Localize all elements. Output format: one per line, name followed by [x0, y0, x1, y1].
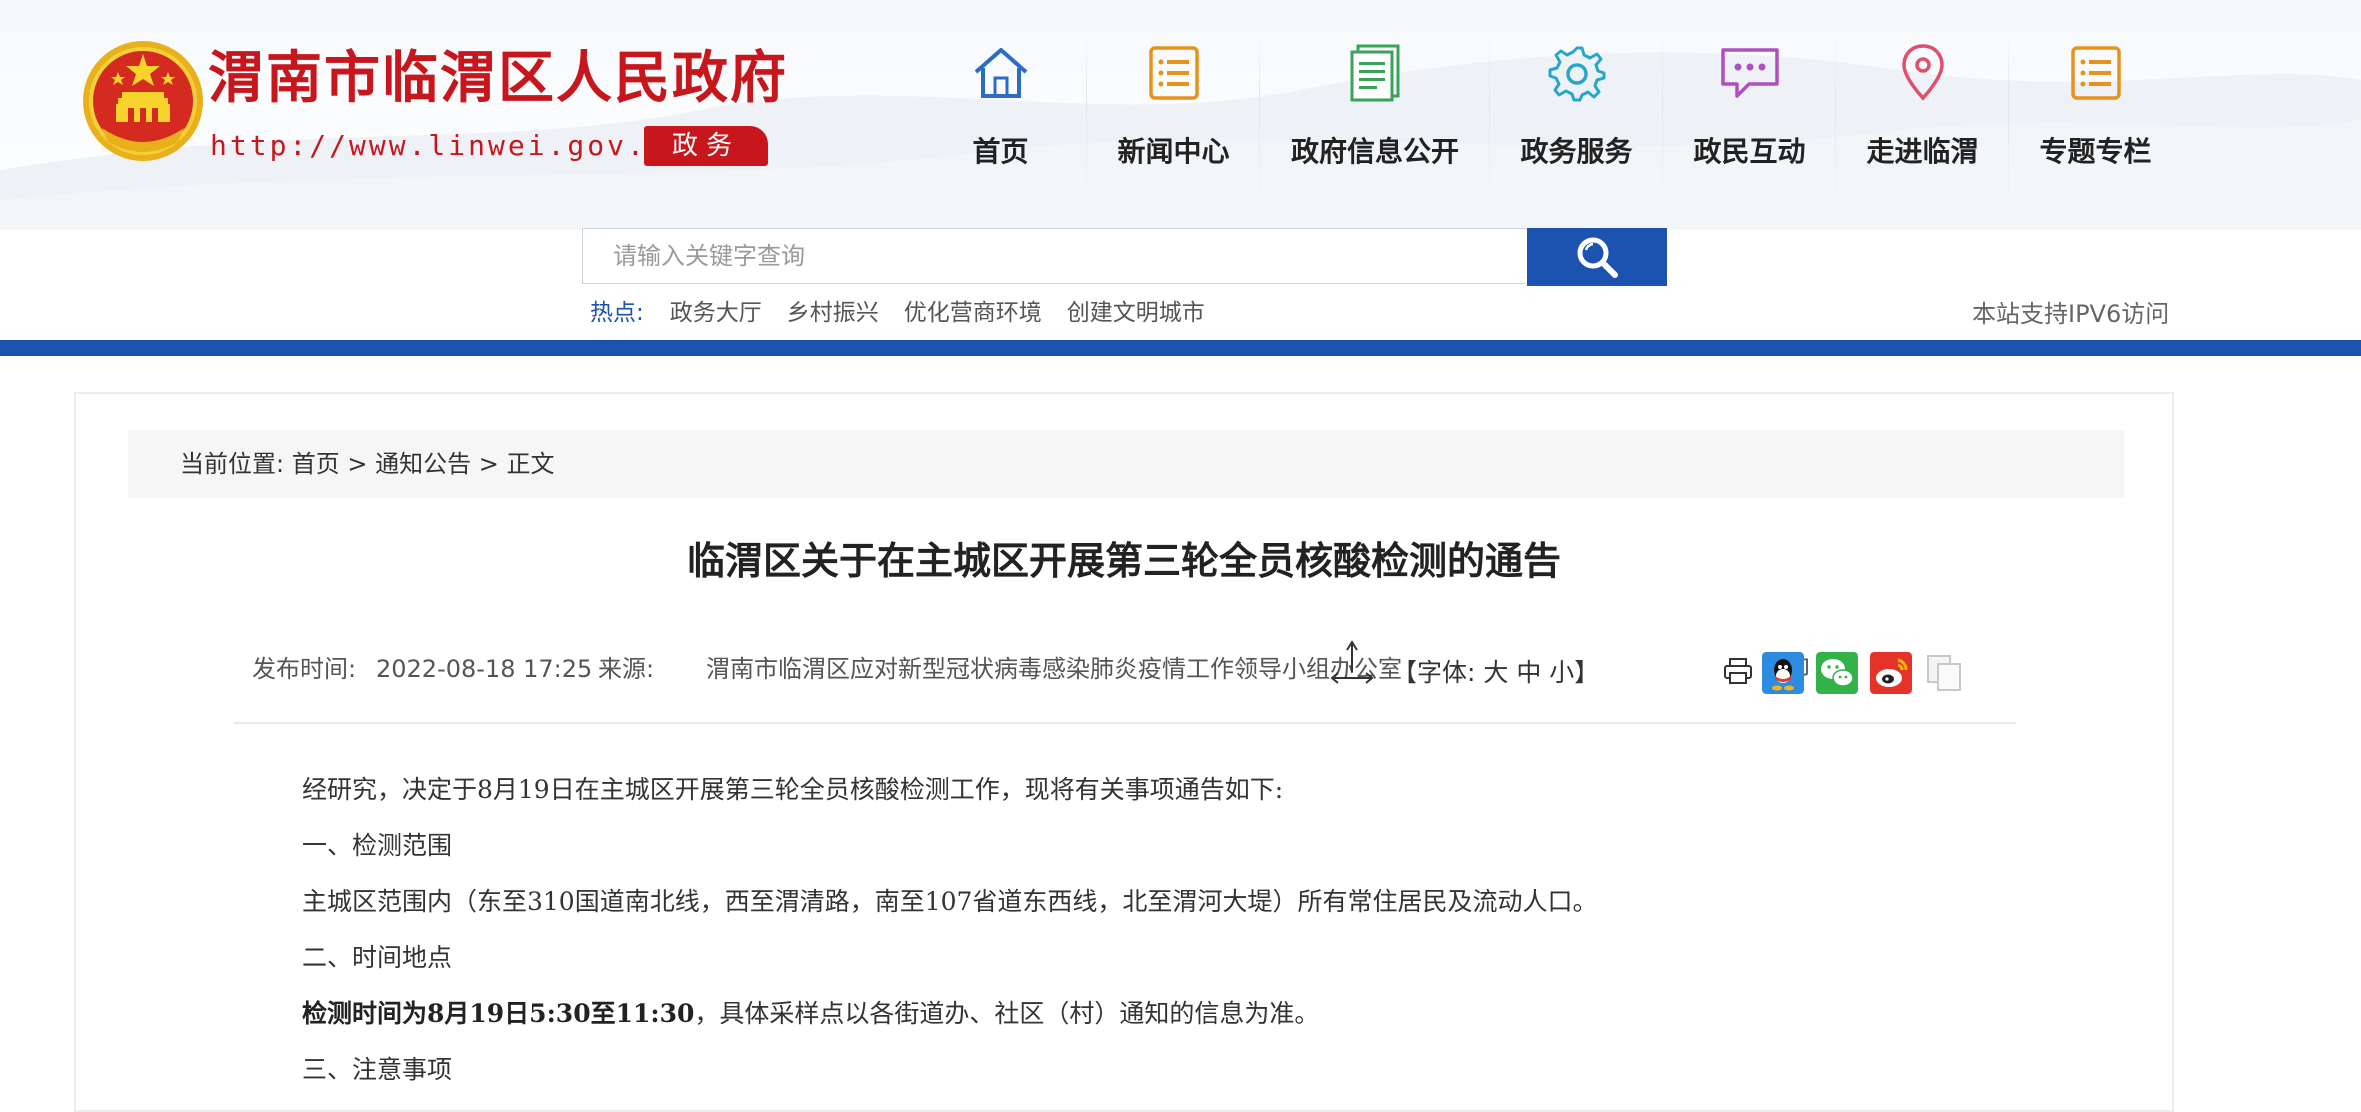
header-divider-bar — [0, 340, 2361, 356]
section-heading-notes: 三、注意事项 — [302, 1055, 453, 1084]
ipv6-note: 本站支持IPV6访问 — [1972, 300, 2170, 328]
nav-label: 新闻中心 — [1117, 135, 1230, 168]
article-title: 临渭区关于在主城区开展第三轮全员核酸检测的通告 — [686, 539, 1561, 583]
article-container: 当前位置: 首页 > 通知公告 > 正文 临渭区关于在主城区开展第三轮全员核酸检… — [74, 392, 2174, 1112]
topic-list-icon — [2070, 46, 2121, 100]
section-heading-time: 二、时间地点 — [302, 943, 453, 972]
section-heading-scope: 一、检测范围 — [302, 831, 453, 860]
weibo-share-icon[interactable] — [1870, 652, 1912, 694]
document-icon — [1350, 44, 1400, 102]
hot-link-business-environment[interactable]: 优化营商环境 — [904, 293, 1042, 327]
printer-icon[interactable] — [1722, 657, 1754, 685]
hot-links: 热点: 政务大厅 乡村振兴 优化营商环境 创建文明城市 — [590, 292, 1230, 328]
hot-label: 热点: — [590, 300, 644, 326]
hot-link-service-hall[interactable]: 政务大厅 — [670, 293, 762, 327]
source-label: 来源: — [598, 655, 655, 683]
source-value: 渭南市临渭区应对新型冠状病毒感染肺炎疫情工作领导小组办公室 — [706, 655, 1402, 683]
article-meta: 发布时间: 2022-08-18 17:25 来源: 渭南市临渭区应对新型冠状病… — [252, 640, 2102, 694]
hot-link-rural-revitalization[interactable]: 乡村振兴 — [787, 293, 879, 327]
wechat-share-icon[interactable] — [1816, 652, 1858, 694]
main-nav: 首页 新闻中心 政府信息公开 政务服务 政民互动 走进临渭 专题专栏 — [914, 28, 2182, 214]
news-list-icon — [1148, 46, 1199, 100]
nav-item-about[interactable]: 走进临渭 — [1836, 28, 2009, 214]
chat-bubble-icon — [1720, 48, 1779, 98]
paragraph-time: 检测时间为8月19日5:30至11:30，具体采样点以各街道办、社区（村）通知的… — [302, 986, 2082, 1042]
site-url[interactable]: http://www.linwei.gov.cn — [210, 128, 687, 164]
nav-item-gov-info[interactable]: 政府信息公开 — [1260, 28, 1490, 214]
search-input[interactable] — [582, 228, 1526, 284]
nav-item-interaction[interactable]: 政民互动 — [1663, 28, 1836, 214]
breadcrumb-separator: > — [478, 450, 499, 478]
nav-item-services[interactable]: 政务服务 — [1490, 28, 1663, 214]
site-title: 渭南市临渭区人民政府 — [208, 45, 788, 111]
breadcrumb-label: 当前位置: — [180, 450, 285, 478]
paragraph-time-bold: 检测时间为8月19日5:30至11:30 — [302, 999, 695, 1028]
font-size-control[interactable]: 【字体: 大 中 小】 — [1392, 648, 1599, 698]
nav-item-topics[interactable]: 专题专栏 — [2009, 28, 2182, 214]
paragraph-intro: 经研究，决定于8月19日在主城区开展第三轮全员核酸检测工作，现将有关事项通告如下… — [302, 775, 1284, 804]
nav-label: 专题专栏 — [2039, 135, 2152, 168]
breadcrumb-current: 正文 — [506, 450, 555, 478]
nav-label: 走进临渭 — [1866, 135, 1979, 168]
national-emblem-logo — [83, 41, 203, 161]
nav-item-news[interactable]: 新闻中心 — [1087, 28, 1260, 214]
qq-share-icon[interactable] — [1762, 652, 1804, 694]
meta-divider — [234, 722, 2016, 724]
nav-label: 政府信息公开 — [1290, 135, 1459, 168]
site-badge: 政务 — [644, 126, 768, 166]
paragraph-scope: 主城区范围内（东至310国道南北线，西至渭清路，南至107省道东西线，北至渭河大… — [302, 887, 1598, 916]
resize-cursor-icon — [1330, 640, 1374, 684]
article-body: 经研究，决定于8月19日在主城区开展第三轮全员核酸检测工作，现将有关事项通告如下… — [302, 762, 2082, 1098]
copy-link-icon[interactable] — [1924, 652, 1966, 694]
search-icon — [1577, 237, 1618, 278]
nav-label: 政民互动 — [1693, 135, 1806, 168]
location-pin-icon — [1901, 44, 1944, 101]
gear-icon — [1548, 46, 1605, 102]
home-icon — [974, 48, 1027, 98]
publish-date: 2022-08-18 17:25 — [376, 655, 593, 683]
breadcrumb: 当前位置: 首页 > 通知公告 > 正文 — [128, 430, 2124, 498]
paragraph-time-rest: ，具体采样点以各街道办、社区（村）通知的信息为准。 — [694, 999, 1320, 1028]
nav-label: 政务服务 — [1520, 135, 1633, 168]
breadcrumb-home[interactable]: 首页 — [292, 430, 340, 498]
hot-link-civilized-city[interactable]: 创建文明城市 — [1067, 293, 1205, 327]
nav-label: 首页 — [972, 135, 1029, 168]
publish-label: 发布时间: — [252, 655, 357, 683]
breadcrumb-separator: > — [347, 450, 368, 478]
search-button[interactable] — [1527, 228, 1667, 286]
nav-item-home[interactable]: 首页 — [914, 28, 1087, 214]
breadcrumb-notices[interactable]: 通知公告 — [375, 430, 471, 498]
site-header: 渭南市临渭区人民政府 http://www.linwei.gov.cn 政务 首… — [0, 0, 2361, 340]
